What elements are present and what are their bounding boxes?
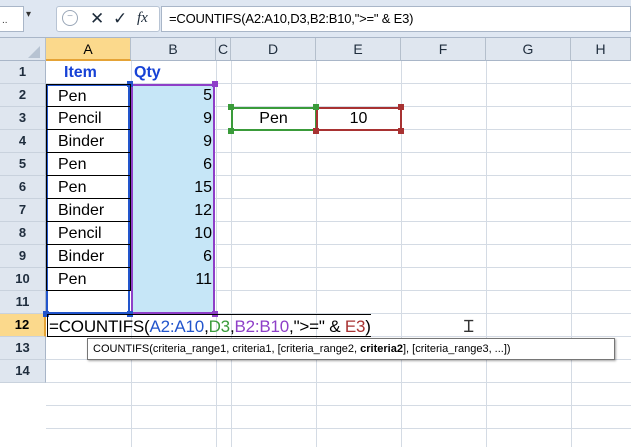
row-header-8[interactable]: 8 xyxy=(0,222,46,245)
cell-b10[interactable]: 11 xyxy=(131,268,216,291)
cell-a6[interactable]: Pen xyxy=(46,176,131,199)
column-header-d[interactable]: D xyxy=(231,38,316,61)
formula-criteria-text: ,">=" & xyxy=(289,317,345,336)
row-header-3[interactable]: 3 xyxy=(0,107,46,130)
cell-a12-editing[interactable]: =COUNTIFS(A2:A10,D3,B2:B10,">=" & E3) xyxy=(47,314,371,337)
row-header-10[interactable]: 10 xyxy=(0,268,46,291)
cell-b4[interactable]: 9 xyxy=(131,130,216,153)
formula-prefix: =COUNTIFS( xyxy=(49,317,150,336)
gridline xyxy=(486,61,487,447)
formula-ref-e3: E3 xyxy=(344,317,366,336)
formula-ref-b2-b10: B2:B10 xyxy=(234,317,290,336)
cell-b8[interactable]: 10 xyxy=(131,222,216,245)
cell-a10[interactable]: Pen xyxy=(46,268,131,291)
tooltip-function-name[interactable]: COUNTIFS( xyxy=(93,343,153,355)
row-header-2[interactable]: 2 xyxy=(0,84,46,107)
column-header-f[interactable]: F xyxy=(401,38,486,61)
formula-ref-a2-a10: A2:A10 xyxy=(149,317,205,336)
cancel-icon[interactable]: ✕ xyxy=(90,9,104,29)
cell-a5[interactable]: Pen xyxy=(46,153,131,176)
tooltip-current-param: criteria2 xyxy=(360,343,403,355)
column-header-e[interactable]: E xyxy=(316,38,401,61)
gridline xyxy=(571,61,572,447)
row-header-9[interactable]: 9 xyxy=(0,245,46,268)
cell-e3[interactable]: 10 xyxy=(316,107,401,130)
formula-close-paren: ) xyxy=(365,317,371,336)
insert-function-icon[interactable]: fx xyxy=(137,10,148,27)
name-box[interactable]: .. xyxy=(0,6,24,32)
column-header-h[interactable]: H xyxy=(571,38,631,61)
cell-b5[interactable]: 6 xyxy=(131,153,216,176)
row-header-1[interactable]: 1 xyxy=(0,61,46,84)
circle-icon: − xyxy=(62,10,78,26)
column-header-a[interactable]: A xyxy=(46,38,131,61)
column-header-g[interactable]: G xyxy=(486,38,571,61)
column-header-b[interactable]: B xyxy=(131,38,216,61)
gridline xyxy=(216,61,217,447)
row-header-4[interactable]: 4 xyxy=(0,130,46,153)
row-header-6[interactable]: 6 xyxy=(0,176,46,199)
row-header-12[interactable]: 12 xyxy=(0,314,46,337)
cell-b1[interactable]: Qty xyxy=(131,61,216,84)
cell-a3[interactable]: Pencil xyxy=(46,107,131,130)
column-header-c[interactable]: C xyxy=(216,38,231,61)
formula-bar: .. ▾ − ✕ ✓ fx =COUNTIFS(A2:A10,D3,B2:B10… xyxy=(0,0,631,38)
cell-a9[interactable]: Binder xyxy=(46,245,131,268)
tooltip-params-rest: ], [criteria_range3, ...]) xyxy=(402,343,511,355)
cell-a4[interactable]: Binder xyxy=(46,130,131,153)
cell-a7[interactable]: Binder xyxy=(46,199,131,222)
cell-b3[interactable]: 9 xyxy=(131,107,216,130)
row-header-14[interactable]: 14 xyxy=(0,360,46,383)
cell-a2[interactable]: Pen xyxy=(46,84,131,107)
cell-b2[interactable]: 5 xyxy=(131,84,216,107)
row-header-11[interactable]: 11 xyxy=(0,291,46,314)
cell-b6[interactable]: 15 xyxy=(131,176,216,199)
row-header-13[interactable]: 13 xyxy=(0,337,46,360)
row-header-7[interactable]: 7 xyxy=(0,199,46,222)
formula-input[interactable]: =COUNTIFS(A2:A10,D3,B2:B10,">=" & E3) xyxy=(161,6,631,32)
cell-a1[interactable]: Item xyxy=(46,61,131,84)
formula-ref-d3: D3 xyxy=(208,317,231,336)
row-header-5[interactable]: 5 xyxy=(0,153,46,176)
cell-d3[interactable]: Pen xyxy=(231,107,316,130)
i-beam-cursor-icon: Ɪ xyxy=(464,317,474,336)
select-all-triangle-icon xyxy=(28,46,40,58)
cell-b7[interactable]: 12 xyxy=(131,199,216,222)
name-box-dropdown-icon[interactable]: ▾ xyxy=(26,9,31,20)
cell-b9[interactable]: 6 xyxy=(131,245,216,268)
enter-icon[interactable]: ✓ xyxy=(113,9,127,29)
cell-a8[interactable]: Pencil xyxy=(46,222,131,245)
tooltip-params: criteria_range1, criteria1, [criteria_ra… xyxy=(152,343,361,355)
function-tooltip: COUNTIFS(criteria_range1, criteria1, [cr… xyxy=(87,338,615,360)
